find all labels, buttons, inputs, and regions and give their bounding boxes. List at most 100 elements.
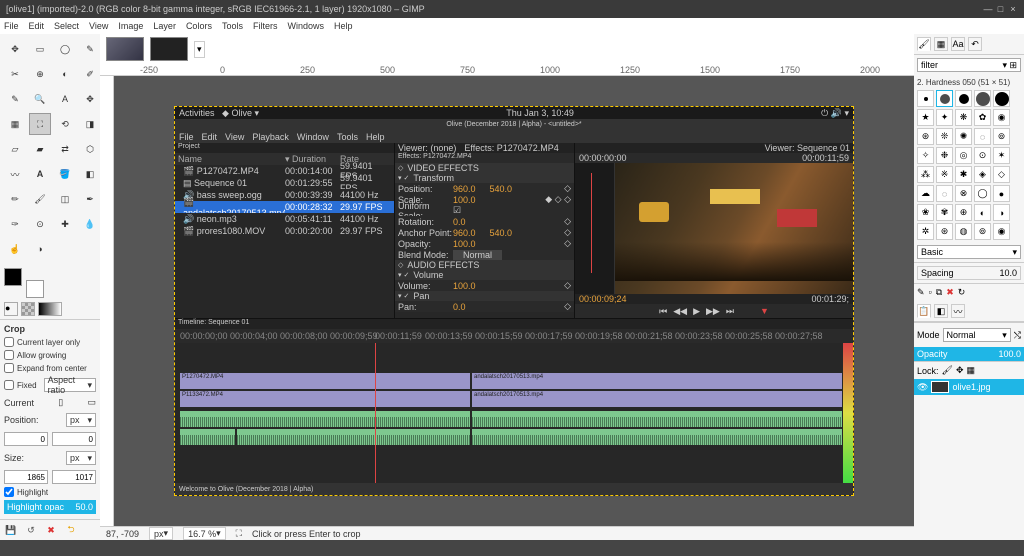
tool-crop[interactable]: ⛶ [29, 113, 51, 135]
menu-layer[interactable]: Layer [153, 21, 176, 31]
dup-brush-icon[interactable]: ⧉ [936, 287, 942, 298]
tool-foreground[interactable]: ◐ [54, 63, 76, 85]
tool-airbrush[interactable]: ✒ [79, 188, 101, 210]
brushes-tab-icon[interactable]: 🖌 [917, 37, 931, 51]
tool-shear[interactable]: ▱ [4, 138, 26, 160]
menu-image[interactable]: Image [118, 21, 143, 31]
size-h-input[interactable] [52, 470, 96, 484]
patterns-tab-icon[interactable]: ▦ [934, 37, 948, 51]
menu-tools[interactable]: Tools [222, 21, 243, 31]
opt-fixed[interactable] [4, 380, 14, 390]
tool-perspective[interactable]: ▰ [29, 138, 51, 160]
tab-menu-icon[interactable]: ▾ [194, 41, 205, 58]
tool-paths[interactable]: ✐ [79, 63, 101, 85]
tool-ink[interactable]: ✑ [4, 213, 26, 235]
tool-rect-select[interactable]: ▭ [29, 38, 51, 60]
menu-select[interactable]: Select [54, 21, 79, 31]
brush-preset-icon[interactable]: ● [4, 302, 18, 316]
maximize-button[interactable]: □ [995, 4, 1005, 14]
pos-unit[interactable]: px▾ [66, 413, 96, 427]
tool-heal[interactable]: ✚ [54, 213, 76, 235]
menu-edit[interactable]: Edit [29, 21, 45, 31]
lock-pixels-icon[interactable]: 🖌 [942, 365, 953, 376]
tool-eraser[interactable]: ◫ [54, 188, 76, 210]
menu-colors[interactable]: Colors [186, 21, 212, 31]
tool-smudge[interactable]: ☝ [4, 238, 26, 260]
unit-select[interactable]: px ▾ [149, 527, 173, 540]
tool-dodge[interactable]: ◑ [29, 238, 51, 260]
tool-move[interactable]: ✥ [4, 38, 26, 60]
minimize-button[interactable]: — [983, 4, 993, 14]
delete-options-icon[interactable]: ✖ [44, 523, 58, 537]
tool-color-select[interactable]: ✂ [4, 63, 26, 85]
opt-current-layer[interactable] [4, 337, 14, 347]
spacing-slider[interactable]: Spacing10.0 [917, 266, 1021, 280]
image-tab-2[interactable] [150, 37, 188, 61]
paths-tab-icon[interactable]: 〰 [951, 304, 965, 318]
opt-allow-growing[interactable] [4, 350, 14, 360]
canvas[interactable]: Activities ◆ Olive ▾ Thu Jan 3, 10:49 ⏻ … [114, 76, 914, 526]
tool-fuzzy-select[interactable]: ✎ [79, 38, 101, 60]
del-brush-icon[interactable]: ✖ [946, 287, 954, 298]
image-tab-1[interactable] [106, 37, 144, 61]
close-button[interactable]: × [1008, 4, 1018, 14]
reset-options-icon[interactable]: ⮌ [64, 523, 78, 537]
mode-switch-icon[interactable]: ⤭ [1014, 330, 1021, 341]
tool-rotate[interactable]: ⟲ [54, 113, 76, 135]
layers-tab-icon[interactable]: 📋 [917, 304, 931, 318]
tool-measure[interactable]: A [54, 88, 76, 110]
brush-set-select[interactable]: Basic▾ [917, 245, 1021, 259]
fg-bg-swatches[interactable] [4, 268, 44, 298]
save-options-icon[interactable]: 💾 [4, 523, 18, 537]
restore-options-icon[interactable]: ↺ [24, 523, 38, 537]
tool-zoom[interactable]: 🔍 [29, 88, 51, 110]
tool-text[interactable]: A [29, 163, 51, 185]
tool-scale[interactable]: ◨ [79, 113, 101, 135]
fg-color[interactable] [4, 268, 22, 286]
tool-move2[interactable]: ✥ [79, 88, 101, 110]
edit-brush-icon[interactable]: ✎ [917, 287, 925, 298]
channels-tab-icon[interactable]: ◧ [934, 304, 948, 318]
pattern-preset-icon[interactable] [21, 302, 35, 316]
new-brush-icon[interactable]: ▫ [929, 287, 932, 298]
menu-filters[interactable]: Filters [253, 21, 278, 31]
brush-filter[interactable]: filter▾ ⊞ [917, 58, 1021, 72]
lock-alpha-icon[interactable]: ▦ [967, 365, 976, 376]
tool-pencil[interactable]: ✏ [4, 188, 26, 210]
menu-file[interactable]: File [4, 21, 19, 31]
fixed-aspect-select[interactable]: Aspect ratio▾ [44, 378, 96, 392]
tool-scissors[interactable]: ⊕ [29, 63, 51, 85]
tool-paintbrush[interactable]: 🖌 [29, 188, 51, 210]
tool-colorpicker[interactable]: ✎ [4, 88, 26, 110]
opt-expand-center[interactable] [4, 363, 14, 373]
pos-y-input[interactable] [52, 432, 96, 446]
bg-color[interactable] [26, 280, 44, 298]
size-w-input[interactable] [4, 470, 48, 484]
tool-warp[interactable]: 〰 [4, 163, 26, 185]
tool-align[interactable]: ▦ [4, 113, 26, 135]
zoom-select[interactable]: 16.7 % ▾ [183, 527, 226, 540]
refresh-brush-icon[interactable]: ↻ [958, 287, 966, 298]
tool-bucket[interactable]: 🪣 [54, 163, 76, 185]
tool-clone[interactable]: ⊙ [29, 213, 51, 235]
menu-view[interactable]: View [89, 21, 108, 31]
fonts-tab-icon[interactable]: Aa [951, 37, 965, 51]
history-tab-icon[interactable]: ↶ [968, 37, 982, 51]
layer-opacity-slider[interactable]: Opacity100.0 [914, 347, 1024, 361]
size-unit[interactable]: px▾ [66, 451, 96, 465]
lock-position-icon[interactable]: ✥ [956, 365, 964, 376]
visibility-icon[interactable]: 👁 [917, 382, 928, 393]
aspect-landscape-icon[interactable]: ▭ [87, 397, 96, 408]
layer-row[interactable]: 👁 olive1.jpg [914, 379, 1024, 395]
layer-mode-select[interactable]: Normal▾ [943, 328, 1011, 342]
gradient-preset-icon[interactable] [38, 302, 62, 316]
menu-help[interactable]: Help [334, 21, 353, 31]
tool-blur[interactable]: 💧 [79, 213, 101, 235]
pos-x-input[interactable] [4, 432, 48, 446]
tool-cage[interactable]: ⬡ [79, 138, 101, 160]
tool-free-select[interactable]: ◯ [54, 38, 76, 60]
menu-windows[interactable]: Windows [287, 21, 324, 31]
tool-gradient[interactable]: ◧ [79, 163, 101, 185]
opt-highlight[interactable] [4, 487, 14, 497]
highlight-opacity-slider[interactable]: Highlight opac50.0 [4, 500, 96, 514]
